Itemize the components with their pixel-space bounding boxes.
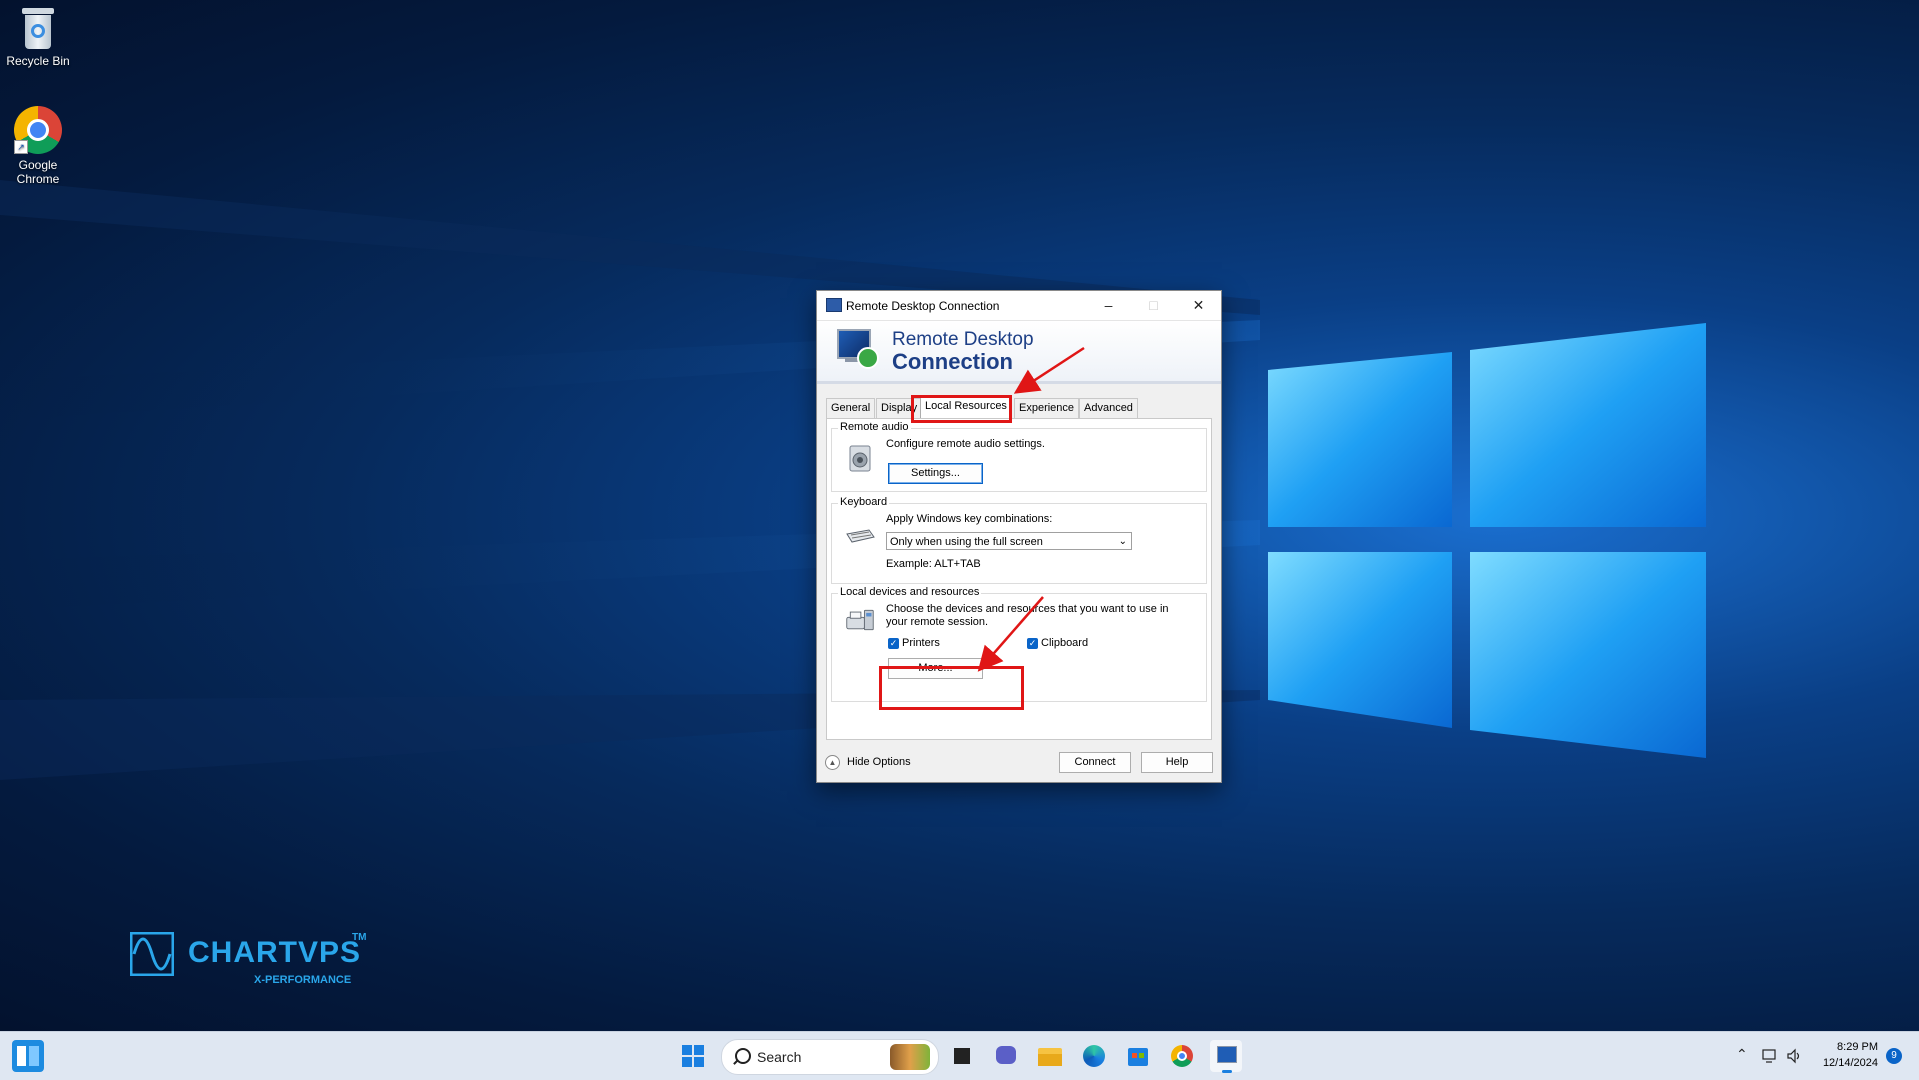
help-button[interactable]: Help [1141, 752, 1213, 773]
search-icon [735, 1048, 751, 1064]
search-highlight-icon [890, 1044, 930, 1070]
title-bar[interactable]: Remote Desktop Connection – □ ✕ [817, 291, 1221, 321]
keyboard-description: Apply Windows key combinations: [886, 513, 1053, 525]
local-devices-description-line2: your remote session. [886, 616, 989, 628]
search-placeholder: Search [757, 1049, 802, 1065]
annotation-box-local-resources [911, 395, 1012, 423]
desktop-icon-google-chrome[interactable]: ↗ Google Chrome [0, 106, 78, 186]
start-icon[interactable] [677, 1040, 709, 1072]
tab-general[interactable]: General [826, 398, 876, 418]
remote-desktop-monitor-icon [833, 327, 879, 369]
desktop-icon-recycle-bin[interactable]: Recycle Bin [0, 8, 78, 68]
brand-name: CHARTVPS [188, 936, 362, 969]
remote-audio-label: Remote audio [838, 421, 911, 433]
window-title: Remote Desktop Connection [846, 299, 1000, 313]
task-view-icon[interactable] [946, 1040, 978, 1072]
keyboard-group: Keyboard Apply Windows key combinations:… [831, 496, 1207, 584]
network-icon[interactable] [1762, 1048, 1778, 1064]
chevron-up-circle-icon[interactable]: ▲ [825, 755, 840, 770]
desktop-icon-label: Recycle Bin [6, 54, 70, 68]
chevron-down-icon: ⌄ [1118, 536, 1127, 547]
widgets-icon[interactable] [12, 1040, 44, 1072]
file-explorer-icon[interactable] [1034, 1040, 1066, 1072]
volume-icon[interactable] [1786, 1048, 1802, 1064]
desktop-background: Recycle Bin ↗ Google Chrome CHARTVPS TM … [0, 0, 1919, 1031]
show-hidden-icons-icon[interactable]: ⌃ [1736, 1046, 1748, 1063]
keyboard-icon [846, 529, 875, 543]
brand-trademark: TM [352, 932, 367, 943]
remote-desktop-icon[interactable] [1210, 1040, 1242, 1073]
keyboard-label: Keyboard [838, 496, 890, 508]
chrome-taskbar-icon[interactable] [1166, 1040, 1198, 1072]
select-value: Only when using the full screen [890, 536, 1043, 548]
clock-time[interactable]: 8:29 PM [1808, 1041, 1878, 1053]
annotation-box-more [879, 666, 1024, 710]
taskbar: Search ⌃ 8:29 PM 12/14/2024 9 [0, 1031, 1919, 1080]
taskbar-search[interactable]: Search [721, 1039, 939, 1075]
sine-wave-logo-icon [130, 932, 174, 976]
banner-title-line2: Connection [892, 349, 1013, 374]
keyboard-example: Example: ALT+TAB [886, 558, 981, 570]
desktop-icon-label: Google Chrome [16, 158, 60, 186]
tab-experience[interactable]: Experience [1014, 398, 1080, 418]
remote-audio-group: Remote audio Configure remote audio sett… [831, 421, 1207, 492]
printers-label[interactable]: Printers [902, 637, 940, 649]
close-button[interactable]: ✕ [1176, 291, 1221, 320]
local-devices-label: Local devices and resources [838, 586, 982, 598]
remote-desktop-app-icon [826, 298, 842, 312]
teams-chat-icon[interactable] [990, 1040, 1022, 1072]
shortcut-arrow-icon: ↗ [14, 140, 28, 154]
windows-key-combinations-select[interactable]: Only when using the full screen ⌄ [886, 532, 1132, 550]
connect-button[interactable]: Connect [1059, 752, 1131, 773]
banner-title-line1: Remote Desktop [892, 329, 1034, 350]
printers-checkbox[interactable]: ✓ [888, 638, 899, 649]
hide-options-link[interactable]: Hide Options [847, 756, 911, 768]
store-icon[interactable] [1122, 1040, 1154, 1072]
remote-audio-description: Configure remote audio settings. [886, 438, 1045, 450]
speaker-icon [849, 445, 871, 472]
tab-advanced[interactable]: Advanced [1079, 398, 1138, 418]
minimize-button[interactable]: – [1086, 291, 1131, 320]
chrome-icon: ↗ [14, 106, 62, 154]
clipboard-checkbox[interactable]: ✓ [1027, 638, 1038, 649]
clock-date[interactable]: 12/14/2024 [1808, 1057, 1878, 1069]
audio-settings-button[interactable]: Settings... [888, 463, 983, 484]
recycle-bin-icon [20, 8, 56, 50]
edge-icon[interactable] [1078, 1040, 1110, 1072]
dialog-banner: Remote Desktop Connection [817, 321, 1221, 384]
brand-tagline: X-PERFORMANCE [254, 974, 352, 986]
clipboard-label[interactable]: Clipboard [1041, 637, 1088, 649]
local-devices-description-line1: Choose the devices and resources that yo… [886, 603, 1169, 615]
maximize-button[interactable]: □ [1131, 291, 1176, 320]
local-devices-icon [846, 609, 874, 631]
notification-badge[interactable]: 9 [1886, 1048, 1902, 1064]
